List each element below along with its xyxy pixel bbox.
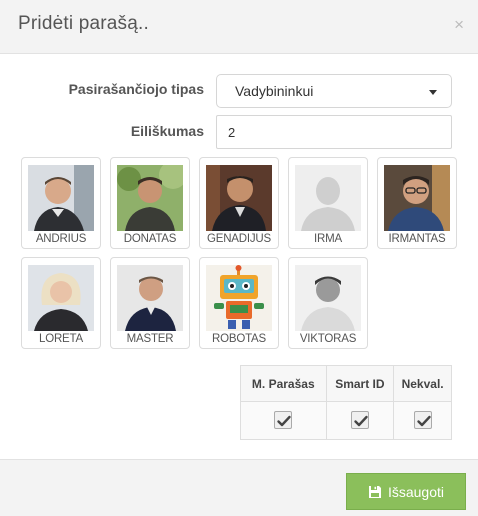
- user-photo: [28, 265, 94, 331]
- user-card-donatas[interactable]: DONATAS: [110, 157, 190, 249]
- user-photo: [117, 265, 183, 331]
- order-label: Eiliškumas: [130, 123, 204, 139]
- column-header-smart-id: Smart ID: [326, 365, 395, 402]
- user-card-irma[interactable]: IRMA: [288, 157, 368, 249]
- user-name: DONATAS: [123, 233, 177, 245]
- user-name: IRMANTAS: [388, 233, 446, 245]
- dialog-title: Pridėti parašą..: [18, 13, 149, 34]
- save-button[interactable]: Išsaugoti: [346, 473, 466, 510]
- user-photo: [28, 165, 94, 231]
- user-name: LORETA: [39, 333, 83, 345]
- user-name: GENADIJUS: [206, 233, 272, 245]
- user-card-genadijus[interactable]: GENADIJUS: [199, 157, 279, 249]
- user-card-master[interactable]: MASTER: [110, 257, 190, 349]
- caret-down-icon: [429, 90, 437, 95]
- signer-type-select[interactable]: Vadybininkui: [216, 74, 452, 108]
- m-parasas-checkbox[interactable]: [274, 411, 293, 430]
- cell-smart-id: [326, 401, 395, 440]
- checkmark-icon: [354, 416, 368, 427]
- save-button-label: Išsaugoti: [387, 483, 445, 500]
- column-header-m-parasas: M. Parašas: [240, 365, 327, 402]
- user-photo: [206, 165, 272, 231]
- user-card-loreta[interactable]: LORETA: [21, 257, 101, 349]
- user-name: IRMA: [314, 233, 342, 245]
- user-name: ANDRIUS: [35, 233, 87, 245]
- user-card-andrius[interactable]: ANDRIUS: [21, 157, 101, 249]
- smart-id-checkbox[interactable]: [350, 411, 369, 430]
- floppy-disk-icon: [368, 485, 381, 498]
- user-card-irmantas[interactable]: IRMANTAS: [377, 157, 457, 249]
- user-name: VIKTORAS: [299, 333, 357, 345]
- user-photo: [384, 165, 450, 231]
- user-photo: [117, 165, 183, 231]
- close-icon[interactable]: ×: [454, 15, 464, 35]
- avatar-placeholder-icon: [295, 165, 361, 231]
- order-input[interactable]: [216, 115, 452, 149]
- cell-m-parasas: [240, 401, 327, 440]
- checkmark-icon: [416, 416, 431, 427]
- user-name: MASTER: [126, 333, 174, 345]
- signer-type-value: Vadybininkui: [235, 83, 314, 99]
- cell-nekval: [393, 401, 452, 440]
- user-photo: [295, 265, 361, 331]
- user-card-robotas[interactable]: ROBOTAS: [199, 257, 279, 349]
- signature-permissions-table: M. Parašas Smart ID Nekval.: [240, 365, 452, 440]
- signer-type-label: Pasirašančiojo tipas: [68, 81, 204, 97]
- user-name: ROBOTAS: [212, 333, 266, 345]
- dialog-header: Pridėti parašą.. ×: [0, 0, 478, 54]
- column-header-nekval: Nekval.: [393, 365, 452, 402]
- nekval-checkbox[interactable]: [413, 411, 432, 430]
- robot-icon: [206, 265, 272, 331]
- user-card-viktoras[interactable]: VIKTORAS: [288, 257, 368, 349]
- checkmark-icon: [277, 416, 291, 427]
